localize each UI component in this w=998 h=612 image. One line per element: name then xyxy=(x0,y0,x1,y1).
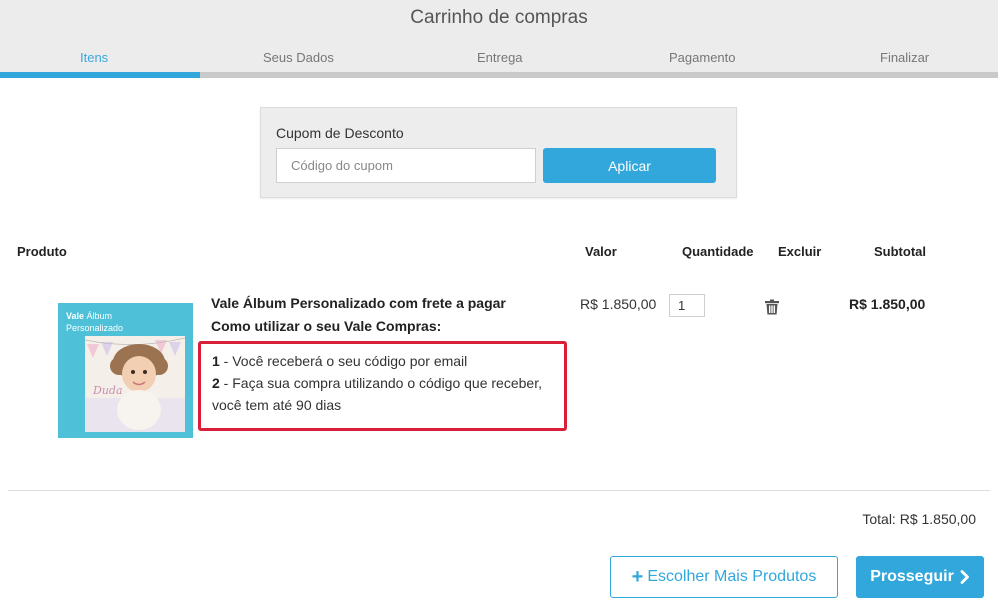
product-name[interactable]: Vale Álbum Personalizado com frete a pag… xyxy=(211,295,506,311)
progress-bar-fill xyxy=(0,72,200,78)
instruction-number: 1 xyxy=(212,353,220,369)
page-title: Carrinho de compras xyxy=(410,7,588,28)
checkout-header: Carrinho de compras Itens Seus Dados Ent… xyxy=(0,0,998,78)
baby-photo-caption: Duda xyxy=(92,384,123,397)
checkout-steps: Itens Seus Dados Entrega Pagamento Final… xyxy=(0,50,998,66)
product-image[interactable]: Vale Álbum Personalizado Duda xyxy=(58,303,193,438)
item-subtotal: R$ 1.850,00 xyxy=(849,296,926,312)
step-itens[interactable]: Itens xyxy=(80,50,108,65)
column-header-price: Valor xyxy=(585,244,617,259)
instruction-text-tail: você tem até 90 dias xyxy=(212,397,342,413)
product-howto-title: Como utilizar o seu Vale Compras: xyxy=(211,318,442,334)
quantity-input[interactable] xyxy=(669,294,705,317)
voucher-instructions: 1 - Você receberá o seu código por email… xyxy=(198,341,567,431)
coupon-input[interactable] xyxy=(276,148,536,183)
more-products-label: Escolher Mais Produtos xyxy=(647,568,817,585)
instruction-number: 2 xyxy=(212,375,220,391)
instruction-item: 1 - Você receberá o seu código por email xyxy=(212,353,467,369)
more-products-button[interactable]: + Escolher Mais Produtos xyxy=(610,556,838,598)
continue-button[interactable]: Prosseguir xyxy=(856,556,984,598)
trash-icon[interactable] xyxy=(764,299,780,315)
item-price: R$ 1.850,00 xyxy=(580,296,657,312)
plus-icon: + xyxy=(631,566,644,588)
product-image-brand: Vale xyxy=(66,311,85,321)
product-image-title: Vale Álbum Personalizado xyxy=(66,310,123,334)
chevron-right-icon xyxy=(960,570,969,584)
column-header-product: Produto xyxy=(17,244,67,259)
instruction-text: - Faça sua compra utilizando o código qu… xyxy=(219,375,542,391)
instruction-text: - Você receberá o seu código por email xyxy=(219,353,468,369)
step-finalizar[interactable]: Finalizar xyxy=(880,50,929,65)
apply-coupon-button[interactable]: Aplicar xyxy=(543,148,716,183)
continue-label: Prosseguir xyxy=(870,568,954,585)
step-entrega[interactable]: Entrega xyxy=(477,50,523,65)
coupon-label: Cupom de Desconto xyxy=(276,125,404,141)
baby-photo: Duda xyxy=(85,336,185,432)
progress-bar xyxy=(0,72,998,78)
cart-total: Total: R$ 1.850,00 xyxy=(862,511,976,527)
step-seus-dados[interactable]: Seus Dados xyxy=(263,50,334,65)
coupon-panel: Cupom de Desconto Aplicar xyxy=(260,107,737,198)
product-image-title-2: Personalizado xyxy=(66,323,124,333)
column-header-subtotal: Subtotal xyxy=(874,244,926,259)
column-header-quantity: Quantidade xyxy=(682,244,754,259)
column-header-remove: Excluir xyxy=(778,244,822,259)
step-pagamento[interactable]: Pagamento xyxy=(669,50,736,65)
instruction-item: 2 - Faça sua compra utilizando o código … xyxy=(212,375,542,391)
product-image-title-1: Álbum xyxy=(86,311,113,321)
divider xyxy=(8,490,990,491)
